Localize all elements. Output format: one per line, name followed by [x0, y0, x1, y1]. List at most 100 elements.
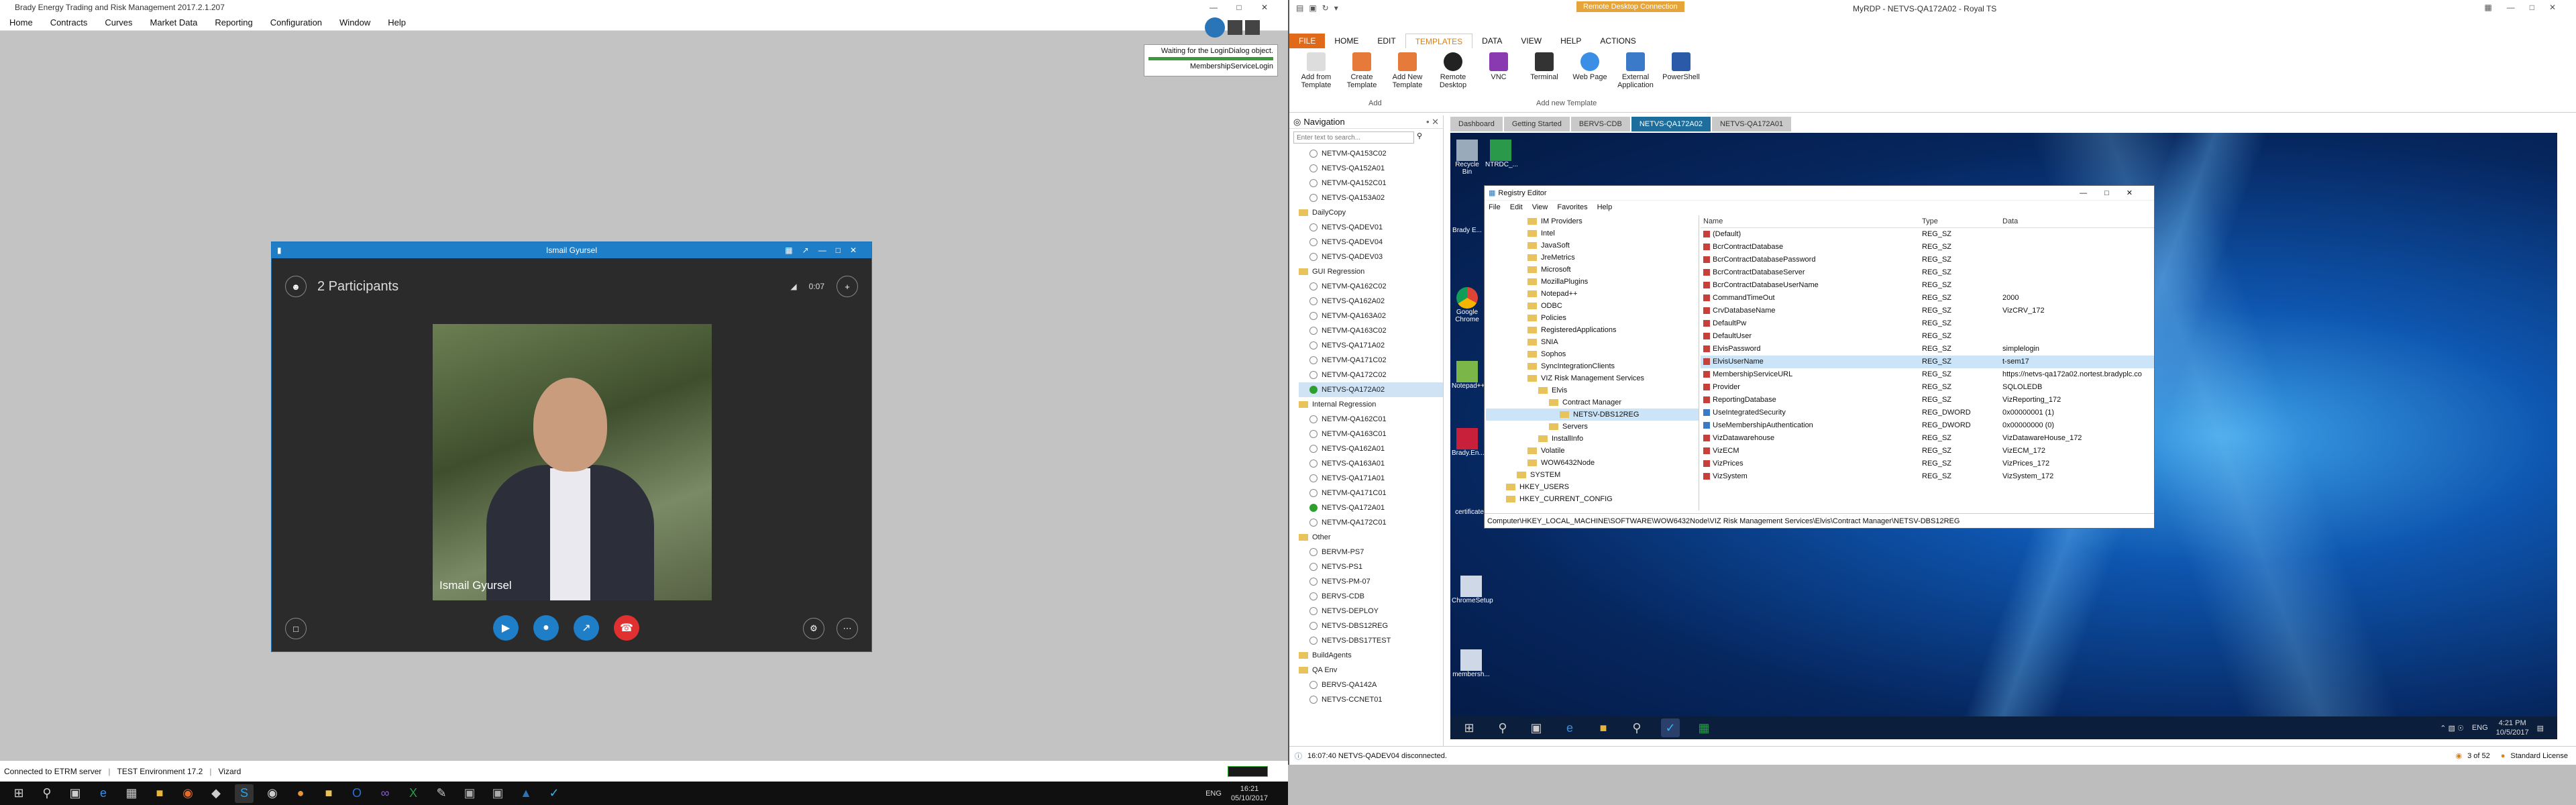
add-participant-icon[interactable]: +: [837, 276, 858, 297]
desktop-icon-membership[interactable]: membersh...: [1452, 649, 1491, 678]
registry-key[interactable]: Sophos: [1486, 348, 1699, 360]
nav-connection[interactable]: BERVS-QA142A: [1299, 678, 1443, 692]
skype-window-controls[interactable]: ▦↗—□✕: [785, 242, 866, 258]
powershell-button[interactable]: PowerShell: [1660, 52, 1703, 81]
desktop-icon-brady-en[interactable]: Brady.En...: [1452, 428, 1485, 457]
registry-value-row[interactable]: BcrContractDatabase REG_SZ: [1701, 241, 2154, 254]
nav-connection[interactable]: NETVS-QA153A02: [1299, 191, 1443, 205]
nav-connection[interactable]: NETVS-PM-07: [1299, 574, 1443, 589]
remote-search-app-icon[interactable]: ⚲: [1627, 718, 1646, 737]
document-tab[interactable]: NETVS-QA172A01: [1711, 117, 1792, 131]
registry-value-row[interactable]: UseMembershipAuthentication REG_DWORD 0x00…: [1701, 419, 2154, 432]
chat-icon[interactable]: □: [285, 618, 307, 639]
remote-search-icon[interactable]: ⚲: [1493, 718, 1512, 737]
menu-home[interactable]: Home: [9, 17, 33, 28]
registry-key[interactable]: JavaSoft: [1486, 239, 1699, 252]
registry-value-row[interactable]: MembershipServiceURL REG_SZ https://netvs-…: [1701, 368, 2154, 381]
terminal-button[interactable]: Terminal: [1523, 52, 1566, 81]
nav-connection[interactable]: NETVS-QA171A01: [1299, 471, 1443, 486]
start-icon[interactable]: ⊞: [9, 784, 28, 803]
nav-connection[interactable]: BERVS-CDB: [1299, 589, 1443, 604]
col-name[interactable]: Name: [1701, 215, 1922, 227]
remote-desktop-button[interactable]: Remote Desktop: [1432, 52, 1474, 89]
registry-key[interactable]: IM Providers: [1486, 215, 1699, 227]
document-tab[interactable]: Getting Started: [1503, 117, 1570, 131]
remote-regedit-icon[interactable]: ▦: [1695, 718, 1713, 737]
tab-data[interactable]: DATA: [1472, 34, 1511, 48]
registry-key[interactable]: SYSTEM: [1486, 469, 1699, 481]
menu-curves[interactable]: Curves: [105, 17, 132, 28]
registry-key[interactable]: WOW6432Node: [1486, 457, 1699, 469]
remote-explorer-icon[interactable]: ■: [1594, 718, 1613, 737]
royalts-icon[interactable]: ▲: [517, 784, 535, 803]
menu-configuration[interactable]: Configuration: [270, 17, 322, 28]
menu-reporting[interactable]: Reporting: [215, 17, 252, 28]
remote-tray-icons[interactable]: ⌃ ▧ ☉: [2440, 724, 2464, 733]
tab-edit[interactable]: EDIT: [1368, 34, 1405, 48]
window-icon[interactable]: [1228, 20, 1242, 35]
add-new-template-button[interactable]: Add New Template: [1386, 52, 1429, 89]
registry-value-row[interactable]: BcrContractDatabasePassword REG_SZ: [1701, 254, 2154, 266]
tab-templates[interactable]: TEMPLATES: [1405, 34, 1473, 48]
registry-key[interactable]: Intel: [1486, 227, 1699, 239]
nav-connection[interactable]: NETVM-QA171C02: [1299, 353, 1443, 368]
visual-studio-icon[interactable]: ∞: [376, 784, 394, 803]
device-settings-icon[interactable]: ⚙: [803, 618, 824, 639]
nav-connection[interactable]: NETVM-QA163A02: [1299, 309, 1443, 323]
registry-key[interactable]: VIZ Risk Management Services: [1486, 372, 1699, 384]
registry-key[interactable]: Elvis: [1486, 384, 1699, 396]
document-tab[interactable]: BERVS-CDB: [1570, 117, 1630, 131]
filter-icon[interactable]: ⚲: [1417, 131, 1422, 144]
regedit-window-controls[interactable]: —□✕: [2080, 189, 2150, 197]
search-icon[interactable]: ⚲: [38, 784, 56, 803]
nav-connection[interactable]: NETVS-QADEV03: [1299, 250, 1443, 264]
skype-chat-icon[interactable]: ▮: [277, 242, 282, 258]
notepad-icon[interactable]: ✎: [432, 784, 451, 803]
vnc-button[interactable]: VNC: [1477, 52, 1520, 81]
close-icon[interactable]: ✕: [1252, 0, 1277, 15]
nav-connection[interactable]: NETVM-QA172C01: [1299, 515, 1443, 530]
menu-contracts[interactable]: Contracts: [50, 17, 88, 28]
regedit-menu-help[interactable]: Help: [1597, 203, 1613, 211]
desktop-icon-notepad[interactable]: Notepad++: [1452, 361, 1485, 390]
desktop-icon-chromesetup[interactable]: ChromeSetup: [1452, 576, 1493, 604]
registry-key[interactable]: Servers: [1486, 421, 1699, 433]
app-icon-5[interactable]: ✓: [545, 784, 564, 803]
maximize-icon[interactable]: □: [1226, 0, 1252, 15]
registry-key[interactable]: Policies: [1486, 312, 1699, 324]
firefox-icon[interactable]: ◉: [178, 784, 197, 803]
regedit-menu-file[interactable]: File: [1489, 203, 1501, 211]
registry-value-row[interactable]: VizECM REG_SZ VizECM_172: [1701, 445, 2154, 458]
edge-icon[interactable]: e: [94, 784, 113, 803]
registry-key[interactable]: Microsoft: [1486, 264, 1699, 276]
royalts-window-controls[interactable]: ▦—□✕: [2484, 3, 2571, 12]
external-application-button[interactable]: External Application: [1614, 52, 1657, 89]
nav-folder[interactable]: QA Env: [1299, 663, 1443, 678]
nav-connection[interactable]: NETVM-QA171C01: [1299, 486, 1443, 500]
task-view-icon[interactable]: ▣: [66, 784, 85, 803]
gear-icon[interactable]: [1205, 17, 1225, 38]
navigation-filter-input[interactable]: [1293, 131, 1414, 144]
skype-icon[interactable]: S: [235, 784, 254, 803]
registry-value-row[interactable]: BcrContractDatabaseUserName REG_SZ: [1701, 279, 2154, 292]
desktop-icon-brady[interactable]: Brady E...: [1452, 227, 1483, 234]
create-template-button[interactable]: Create Template: [1340, 52, 1383, 89]
outlook-icon[interactable]: O: [347, 784, 366, 803]
nav-connection[interactable]: NETVM-QA162C02: [1299, 279, 1443, 294]
registry-key[interactable]: Contract Manager: [1486, 396, 1699, 409]
nav-connection[interactable]: NETVS-QADEV04: [1299, 235, 1443, 250]
window-icon-2[interactable]: [1245, 20, 1260, 35]
desktop-icon-ntrdc[interactable]: NTRDC_...: [1485, 140, 1518, 168]
menu-help[interactable]: Help: [388, 17, 406, 28]
nav-connection[interactable]: BERVM-PS7: [1299, 545, 1443, 559]
nav-connection[interactable]: NETVS-DEPLOY: [1299, 604, 1443, 619]
registry-value-row[interactable]: UseIntegratedSecurity REG_DWORD 0x00000001…: [1701, 407, 2154, 419]
registry-key[interactable]: RegisteredApplications: [1486, 324, 1699, 336]
nav-connection[interactable]: NETVS-DBS17TEST: [1299, 633, 1443, 648]
participants-icon[interactable]: ☻: [285, 276, 307, 297]
registry-key[interactable]: NETSV-DBS12REG: [1486, 409, 1699, 421]
chrome-icon[interactable]: ◉: [263, 784, 282, 803]
registry-value-row[interactable]: CrvDatabaseName REG_SZ VizCRV_172: [1701, 305, 2154, 317]
nav-connection[interactable]: NETVM-QA163C02: [1299, 323, 1443, 338]
app-icon[interactable]: ◆: [207, 784, 225, 803]
